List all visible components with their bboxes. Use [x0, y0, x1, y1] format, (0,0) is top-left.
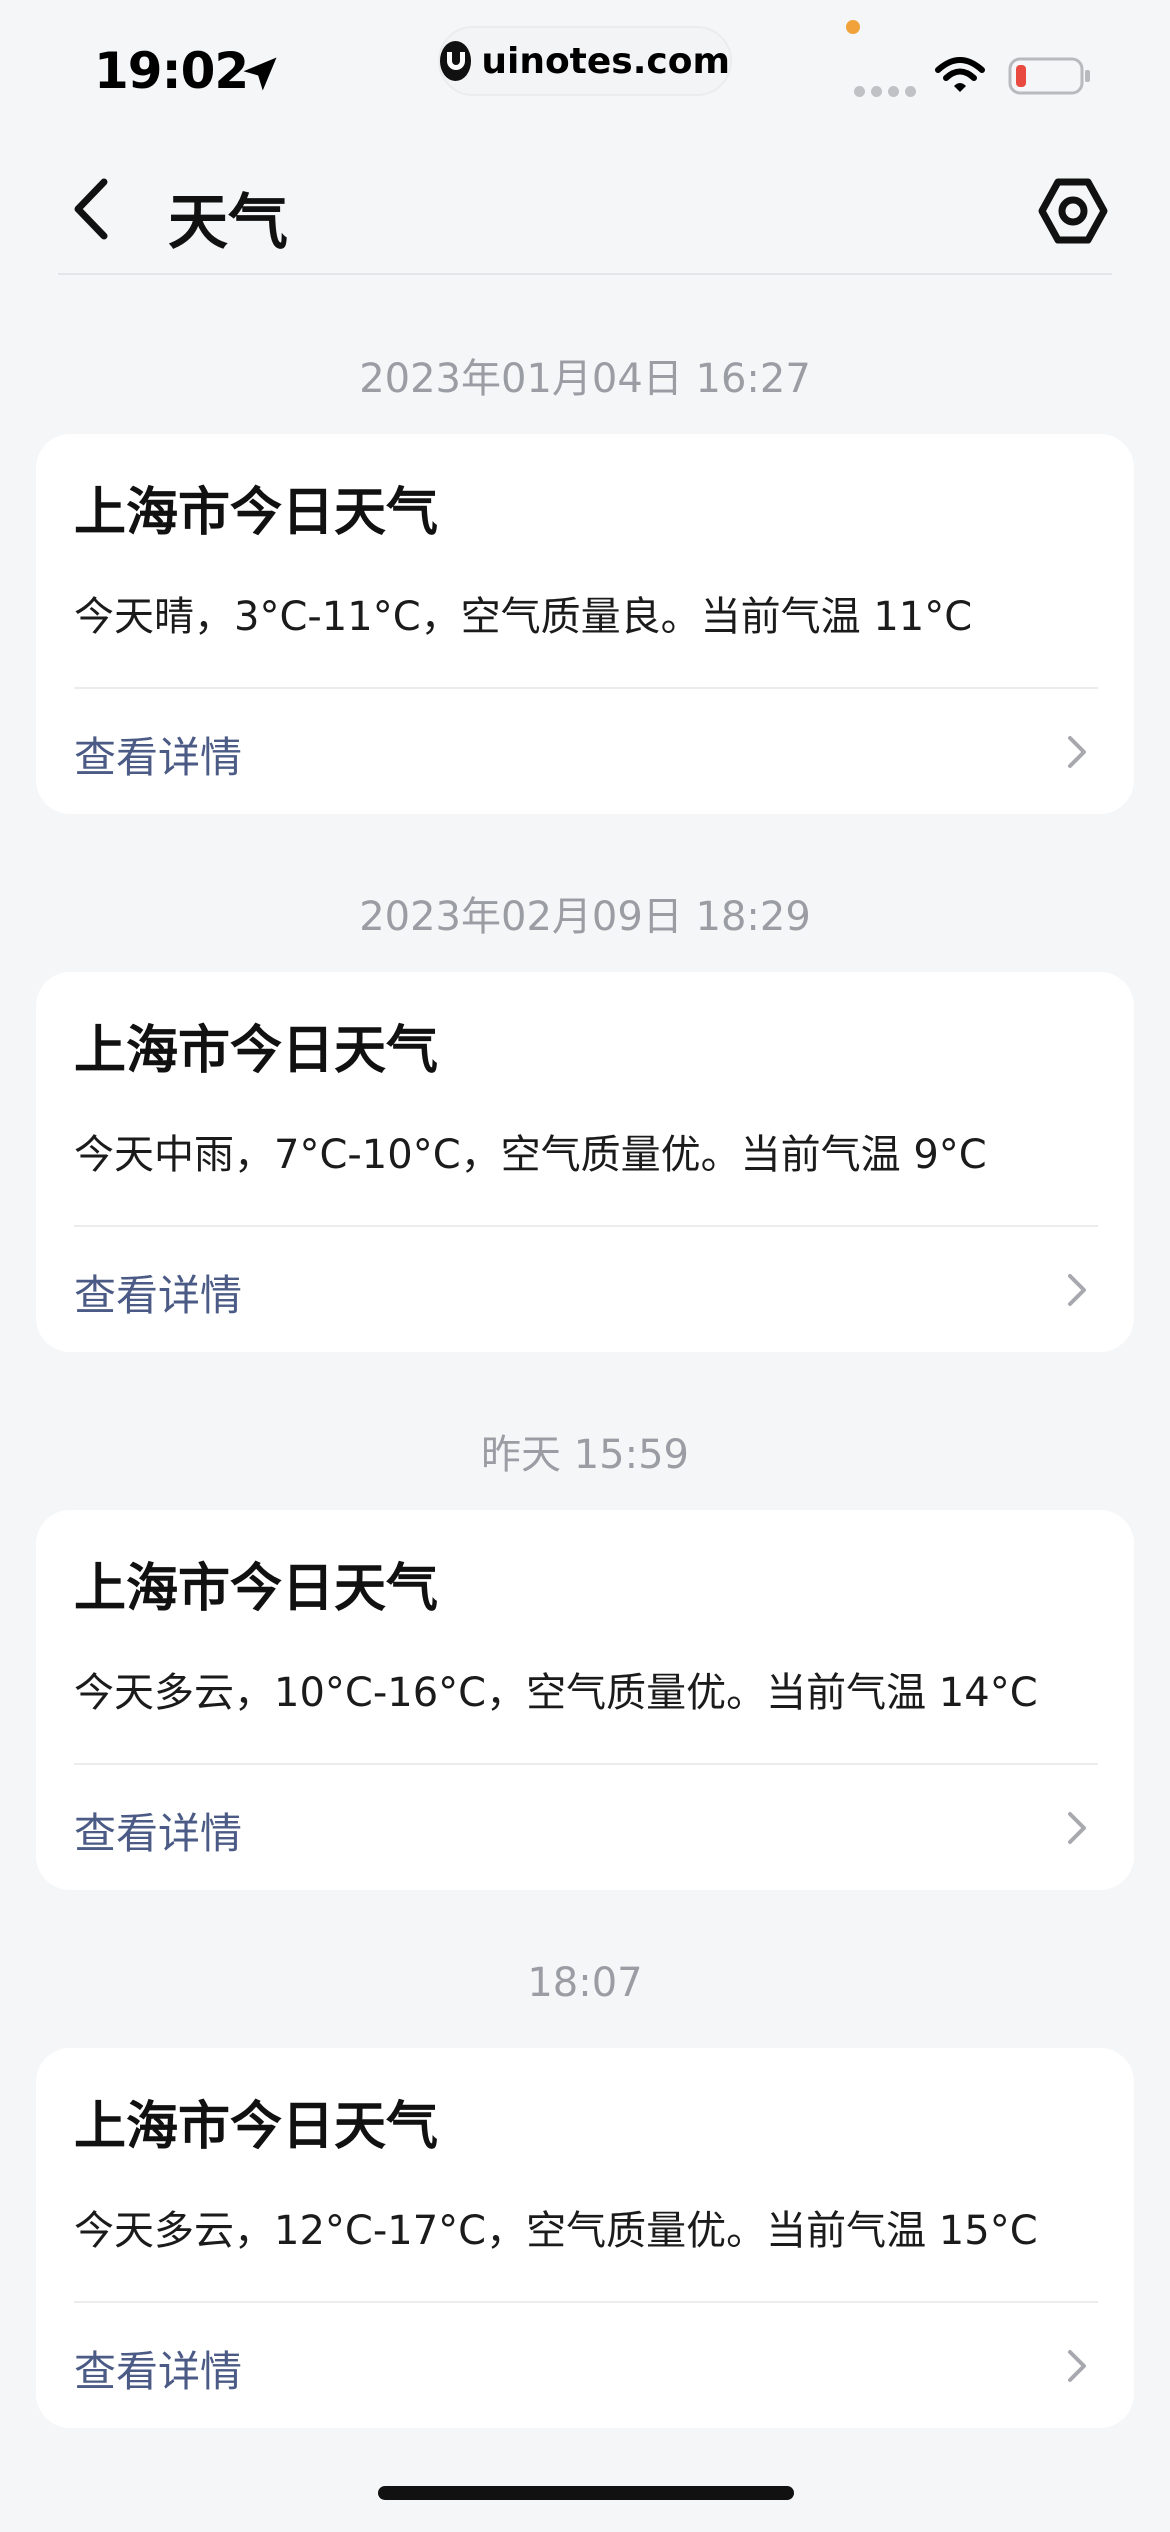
chevron-right-icon[interactable] [1064, 2346, 1090, 2386]
message-timestamp: 18:07 [527, 1960, 643, 2006]
message-timestamp: 2023年02月09日 18:29 [359, 894, 811, 940]
view-details-link[interactable]: 查看详情 [74, 1800, 242, 1861]
settings-hexagon-icon[interactable] [1038, 176, 1108, 246]
url-pill[interactable]: uinotes.com [438, 26, 732, 96]
card-divider [74, 687, 1098, 689]
view-details-link[interactable]: 查看详情 [74, 2338, 242, 2399]
card-divider [74, 1763, 1098, 1765]
page-title: 天气 [168, 188, 288, 258]
site-logo-icon [440, 41, 472, 81]
weather-notifications-screen: 19:02 uinotes.com 天气 2023年01月04日 16:27 上… [0, 0, 1170, 2532]
nav-bar: 天气 [0, 140, 1170, 276]
wifi-icon [935, 57, 985, 92]
card-body: 今天多云，10°C-16°C，空气质量优。当前气温 14°C [74, 1670, 1038, 1716]
home-indicator[interactable] [378, 2486, 794, 2500]
mic-indicator-icon [846, 20, 860, 34]
chevron-left-icon[interactable] [66, 174, 116, 244]
nav-divider [58, 273, 1112, 275]
card-body: 今天晴，3°C-11°C，空气质量良。当前气温 11°C [74, 594, 973, 640]
weather-card: 上海市今日天气 今天多云，10°C-16°C，空气质量优。当前气温 14°C 查… [36, 1510, 1134, 1890]
status-time: 19:02 [94, 42, 249, 100]
chevron-right-icon[interactable] [1064, 1270, 1090, 1310]
location-arrow-icon [243, 57, 277, 91]
card-title: 上海市今日天气 [74, 2097, 439, 2157]
card-title: 上海市今日天气 [74, 1559, 439, 1619]
card-divider [74, 2301, 1098, 2303]
weather-card: 上海市今日天气 今天晴，3°C-11°C，空气质量良。当前气温 11°C 查看详… [36, 434, 1134, 814]
signal-icon [854, 86, 916, 97]
message-timestamp: 2023年01月04日 16:27 [359, 356, 811, 402]
status-bar: 19:02 uinotes.com [0, 0, 1170, 140]
view-details-link[interactable]: 查看详情 [74, 1262, 242, 1323]
chevron-right-icon[interactable] [1064, 732, 1090, 772]
card-body: 今天多云，12°C-17°C，空气质量优。当前气温 15°C [74, 2208, 1038, 2254]
card-body: 今天中雨，7°C-10°C，空气质量优。当前气温 9°C [74, 1132, 987, 1178]
weather-card: 上海市今日天气 今天多云，12°C-17°C，空气质量优。当前气温 15°C 查… [36, 2048, 1134, 2428]
battery-icon [1008, 57, 1090, 95]
card-divider [74, 1225, 1098, 1227]
view-details-link[interactable]: 查看详情 [74, 724, 242, 785]
weather-card: 上海市今日天气 今天中雨，7°C-10°C，空气质量优。当前气温 9°C 查看详… [36, 972, 1134, 1352]
chevron-right-icon[interactable] [1064, 1808, 1090, 1848]
card-title: 上海市今日天气 [74, 483, 439, 543]
card-title: 上海市今日天气 [74, 1021, 439, 1081]
message-timestamp: 昨天 15:59 [481, 1432, 689, 1478]
url-text: uinotes.com [481, 40, 730, 82]
